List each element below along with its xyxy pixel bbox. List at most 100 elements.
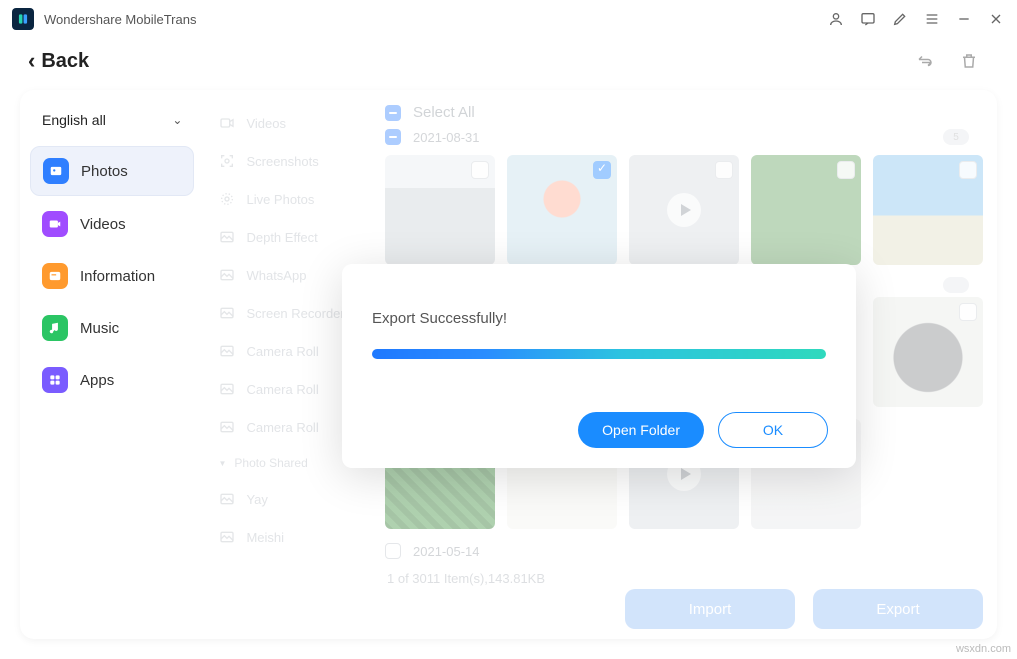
thumbnail-checkbox[interactable] [715, 161, 733, 179]
chevron-left-icon: ‹ [28, 48, 35, 74]
thumbnail-checkbox[interactable] [471, 161, 489, 179]
chevron-down-icon: ⌄ [172, 113, 182, 127]
language-select[interactable]: English all ⌄ [30, 104, 194, 136]
titlebar-left: Wondershare MobileTrans [12, 8, 196, 30]
select-all-row[interactable]: Select All [385, 100, 983, 125]
triangle-down-icon: ▼ [218, 459, 226, 468]
modal-buttons: Open Folder OK [578, 412, 828, 448]
category-livephotos[interactable]: Live Photos [210, 180, 373, 218]
date-label: 2021-05-14 [413, 544, 480, 559]
titlebar: Wondershare MobileTrans [0, 0, 1017, 38]
photo-thumbnail[interactable] [507, 155, 617, 265]
livephoto-icon [218, 190, 236, 208]
minimize-icon[interactable] [955, 10, 973, 28]
category-videos[interactable]: Videos [210, 104, 373, 142]
image-icon [218, 418, 236, 436]
image-icon [218, 490, 236, 508]
count-badge [943, 277, 969, 293]
back-label: Back [41, 50, 89, 73]
info-icon [42, 263, 68, 289]
category-label: Camera Roll [246, 344, 318, 359]
photo-thumbnail[interactable] [873, 297, 983, 407]
modal-title: Export Successfully! [372, 310, 826, 327]
date-group-row[interactable]: 2021-08-31 5 [385, 125, 983, 155]
nav-label: Photos [81, 163, 128, 180]
titlebar-actions [827, 10, 1005, 28]
back-bar: ‹ Back [0, 38, 1017, 84]
screenshot-icon [218, 152, 236, 170]
nav-label: Apps [80, 372, 114, 389]
bottom-buttons: Import Export [625, 589, 983, 629]
category-label: Videos [246, 116, 286, 131]
checkbox-empty-icon[interactable] [385, 543, 401, 559]
user-icon[interactable] [827, 10, 845, 28]
video-icon [218, 114, 236, 132]
backbar-actions [915, 51, 979, 71]
thumbnail-row [385, 155, 983, 265]
photo-thumbnail[interactable] [873, 155, 983, 265]
thumbnail-checkbox[interactable] [593, 161, 611, 179]
open-folder-button[interactable]: Open Folder [578, 412, 704, 448]
thumbnail-checkbox[interactable] [959, 161, 977, 179]
image-icon [218, 228, 236, 246]
checkbox-partial-icon[interactable] [385, 105, 401, 121]
nav-music[interactable]: Music [30, 304, 194, 352]
nav-label: Music [80, 320, 119, 337]
videos-icon [42, 211, 68, 237]
language-label: English all [42, 112, 106, 128]
checkbox-partial-icon[interactable] [385, 129, 401, 145]
nav-information[interactable]: Information [30, 252, 194, 300]
category-screenshots[interactable]: Screenshots [210, 142, 373, 180]
nav-apps[interactable]: Apps [30, 356, 194, 404]
ok-button[interactable]: OK [718, 412, 828, 448]
thumbnail-checkbox[interactable] [959, 303, 977, 321]
import-button[interactable]: Import [625, 589, 795, 629]
photos-icon [43, 158, 69, 184]
category-label: Depth Effect [246, 230, 317, 245]
app-logo [12, 8, 34, 30]
date-group-row[interactable]: 2021-05-14 [385, 541, 983, 567]
trash-icon[interactable] [959, 51, 979, 71]
back-button[interactable]: ‹ Back [28, 48, 89, 74]
thumbnail-checkbox[interactable] [837, 161, 855, 179]
watermark: wsxdn.com [956, 643, 1011, 655]
chat-icon[interactable] [859, 10, 877, 28]
select-all-label: Select All [413, 104, 475, 121]
photo-thumbnail[interactable] [385, 155, 495, 265]
category-deptheffect[interactable]: Depth Effect [210, 218, 373, 256]
menu-icon[interactable] [923, 10, 941, 28]
count-badge: 5 [943, 129, 969, 145]
image-icon [218, 266, 236, 284]
photo-thumbnail[interactable] [751, 155, 861, 265]
nav-videos[interactable]: Videos [30, 200, 194, 248]
category-label: Live Photos [246, 192, 314, 207]
category-label: Yay [246, 492, 267, 507]
nav-label: Information [80, 268, 155, 285]
category-label: Camera Roll [246, 382, 318, 397]
category-label: Camera Roll [246, 420, 318, 435]
date-label: 2021-08-31 [413, 130, 480, 145]
category-label: Screen Recorder [246, 306, 344, 321]
export-button[interactable]: Export [813, 589, 983, 629]
sidebar: English all ⌄ Photos Videos Information … [20, 90, 204, 639]
status-text: 1 of 3011 Item(s),143.81KB [385, 567, 983, 586]
nav-photos[interactable]: Photos [30, 146, 194, 196]
play-icon [667, 193, 701, 227]
music-icon [42, 315, 68, 341]
close-icon[interactable] [987, 10, 1005, 28]
progress-bar [372, 349, 826, 359]
category-meishi[interactable]: Meishi [210, 518, 373, 556]
app-title: Wondershare MobileTrans [44, 12, 196, 27]
category-label: Meishi [246, 530, 284, 545]
image-icon [218, 380, 236, 398]
image-icon [218, 342, 236, 360]
nav-label: Videos [80, 216, 126, 233]
photo-thumbnail[interactable] [629, 155, 739, 265]
edit-icon[interactable] [891, 10, 909, 28]
export-success-modal: Export Successfully! Open Folder OK [342, 264, 856, 468]
refresh-icon[interactable] [915, 51, 935, 71]
category-yay[interactable]: Yay [210, 480, 373, 518]
apps-icon [42, 367, 68, 393]
category-label: Screenshots [246, 154, 318, 169]
image-icon [218, 304, 236, 322]
